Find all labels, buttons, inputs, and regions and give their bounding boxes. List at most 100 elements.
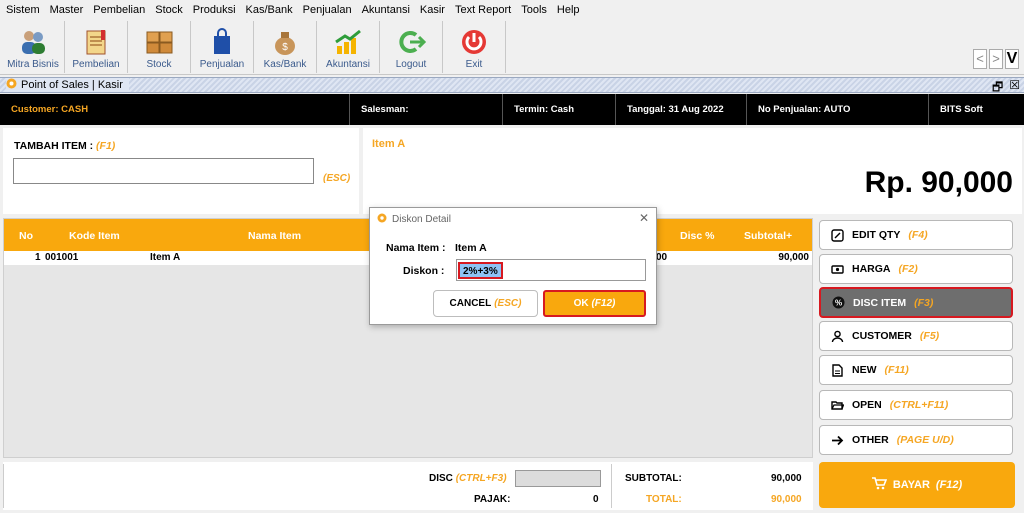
cancel-button[interactable]: CANCEL (ESC) [433, 290, 538, 317]
notebook-icon [79, 27, 113, 57]
customer-button[interactable]: CUSTOMER (F5) [819, 321, 1013, 351]
toolbar-logout-button[interactable]: Logout [380, 21, 443, 73]
window-title-bar: Point of Sales | Kasir 🗗 ☒ [0, 77, 1024, 94]
menu-tools[interactable]: Tools [521, 4, 547, 16]
add-item-input[interactable] [13, 158, 314, 184]
info-no-penjualan: No Penjualan: AUTO [747, 94, 929, 125]
menu-sistem[interactable]: Sistem [6, 4, 40, 16]
cell-disc: 00 [656, 252, 668, 263]
customer-shortcut: (F5) [919, 330, 940, 342]
nama-item-value: Item A [455, 242, 487, 254]
toolbar: Mitra Bisnis Pembelian Stock Penjualan $… [0, 19, 1024, 75]
menu-help[interactable]: Help [557, 4, 580, 16]
disc-item-shortcut: (F3) [914, 296, 934, 309]
total-label: TOTAL: [646, 494, 682, 505]
menu-kas-bank[interactable]: Kas/Bank [246, 4, 293, 16]
menu-master[interactable]: Master [50, 4, 84, 16]
other-shortcut: (PAGE U/D) [896, 434, 954, 446]
col-no[interactable]: No [19, 219, 33, 253]
col-subtotal[interactable]: Subtotal+ [744, 219, 792, 253]
toolbar-label: Penjualan [199, 59, 245, 70]
svg-text:$: $ [282, 42, 288, 53]
other-button[interactable]: OTHER (PAGE U/D) [819, 425, 1013, 455]
shopping-bag-icon [205, 27, 239, 57]
toolbar-label: Logout [395, 59, 427, 70]
col-nama-item[interactable]: Nama Item [248, 219, 301, 253]
ok-button[interactable]: OK (F12) [543, 290, 646, 317]
harga-button[interactable]: HARGA (F2) [819, 254, 1013, 284]
other-label: OTHER [852, 434, 889, 446]
open-button[interactable]: OPEN (CTRL+F11) [819, 390, 1013, 420]
growth-chart-icon [331, 27, 365, 57]
disc-item-label: DISC ITEM [853, 296, 907, 309]
disc-shortcut: (CTRL+F3) [455, 473, 507, 484]
diskon-label: Diskon : [403, 265, 445, 277]
total-value: 90,000 [771, 494, 802, 505]
menu-stock[interactable]: Stock [155, 4, 183, 16]
menu-akuntansi[interactable]: Akuntansi [362, 4, 410, 16]
add-item-label: TAMBAH ITEM : [14, 140, 94, 152]
cell-nama: Item A [150, 252, 181, 263]
nav-v-button[interactable]: V [1005, 49, 1019, 69]
discount-badge-icon: % [831, 296, 845, 310]
new-label: NEW [852, 364, 877, 376]
toolbar-label: Mitra Bisnis [7, 59, 59, 70]
col-disc[interactable]: Disc % [680, 219, 714, 253]
new-document-icon [830, 363, 844, 377]
disc-field[interactable] [515, 470, 601, 487]
toolbar-stock-button[interactable]: Stock [128, 21, 191, 73]
customer-icon [830, 329, 844, 343]
toolbar-akuntansi-button[interactable]: Akuntansi [317, 21, 380, 73]
harga-shortcut: (F2) [898, 263, 918, 275]
toolbar-penjualan-button[interactable]: Penjualan [191, 21, 254, 73]
nav-prev-button[interactable]: < [973, 49, 987, 69]
menu-pembelian[interactable]: Pembelian [93, 4, 145, 16]
info-tanggal: Tanggal: 31 Aug 2022 [616, 94, 747, 125]
info-termin: Termin: Cash [503, 94, 616, 125]
toolbar-kas-bank-button[interactable]: $ Kas/Bank [254, 21, 317, 73]
bayar-shortcut: (F12) [935, 479, 963, 491]
dialog-title-bar: Diskon Detail [377, 213, 451, 226]
ok-shortcut: (F12) [591, 298, 616, 309]
col-kode-item[interactable]: Kode Item [69, 219, 120, 253]
boxes-icon [142, 27, 176, 57]
cell-no: 1 [35, 252, 41, 263]
new-shortcut: (F11) [884, 364, 909, 376]
disc-label: DISC [429, 473, 453, 484]
price-tag-icon [830, 262, 844, 276]
svg-text:%: % [834, 299, 841, 308]
pajak-value: 0 [593, 494, 599, 505]
edit-icon [830, 228, 844, 242]
cell-subtotal: 90,000 [778, 252, 809, 263]
info-customer[interactable]: Customer: CASH [0, 94, 350, 125]
info-salesman: Salesman: [350, 94, 503, 125]
toolbar-pembelian-button[interactable]: Pembelian [65, 21, 128, 73]
app-logo-icon [6, 78, 17, 92]
power-icon [457, 27, 491, 57]
pajak-label: PAJAK: [474, 494, 511, 505]
display-panel: Item A Rp. 90,000 [363, 128, 1022, 214]
bayar-button[interactable]: BAYAR (F12) [819, 462, 1015, 508]
nav-next-button[interactable]: > [989, 49, 1003, 69]
cancel-shortcut: (ESC) [494, 298, 522, 309]
toolbar-exit-button[interactable]: Exit [443, 21, 506, 73]
dialog-title: Diskon Detail [392, 214, 451, 225]
subtotal-value: 90,000 [771, 473, 802, 484]
info-bar: Customer: CASH Salesman: Termin: Cash Ta… [0, 94, 1024, 125]
bayar-label: BAYAR [892, 479, 930, 491]
add-item-title: TAMBAH ITEM : (F1) [14, 140, 115, 152]
menu-text-report[interactable]: Text Report [455, 4, 511, 16]
menu-penjualan[interactable]: Penjualan [303, 4, 352, 16]
disc-item-button[interactable]: % DISC ITEM (F3) [819, 287, 1013, 318]
menu-kasir[interactable]: Kasir [420, 4, 445, 16]
dialog-close-icon[interactable]: ✕ [639, 211, 649, 225]
diskon-input[interactable]: 2%+3% [456, 259, 646, 281]
menu-produksi[interactable]: Produksi [193, 4, 236, 16]
toolbar-label: Kas/Bank [263, 59, 307, 70]
toolbar-mitra-bisnis-button[interactable]: Mitra Bisnis [2, 21, 65, 73]
new-button[interactable]: NEW (F11) [819, 355, 1013, 385]
edit-qty-button[interactable]: EDIT QTY (F4) [819, 220, 1013, 250]
cancel-label: CANCEL [449, 298, 492, 309]
cell-kode: 001001 [45, 252, 79, 263]
diskon-input-value: 2%+3% [458, 262, 503, 279]
